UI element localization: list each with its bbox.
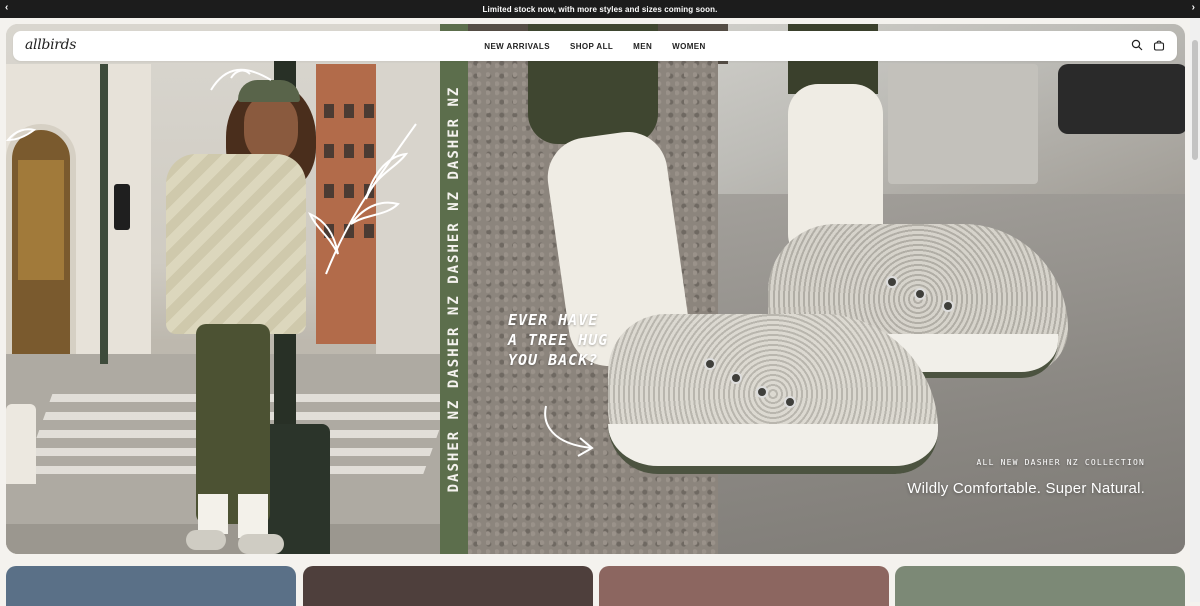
hero-tagline: EVER HAVE A TREE HUG YOU BACK? [508,310,608,370]
nav-shop-all[interactable]: SHOP ALL [570,42,613,51]
hero-photo-right [468,24,1185,554]
sneaker-left-sole [608,424,938,474]
chevron-right-icon[interactable]: › [1192,2,1195,13]
dasher-nz-strip: DASHER NZ DASHER NZ DASHER NZ DASHER NZ [440,24,468,554]
site-header: allbirds NEW ARRIVALS SHOP ALL MEN WOMEN [13,31,1177,61]
hero-banner[interactable]: DASHER NZ DASHER NZ DASHER NZ DASHER NZ … [6,24,1185,554]
model-shoe-right [238,534,284,554]
eyelet [886,276,898,288]
stone-plinth [888,64,1038,184]
bird-doodle-icon [210,68,272,91]
arrow-doodle-icon [544,405,594,457]
model-sock-left [198,494,228,534]
eyelet [784,396,796,408]
eyelet [756,386,768,398]
category-tile-1[interactable] [6,566,296,606]
tagline-line-1: EVER HAVE [508,311,599,329]
eyelet [942,300,954,312]
eyelet [704,358,716,370]
fire-hydrant [6,404,36,484]
main-nav: NEW ARRIVALS SHOP ALL MEN WOMEN [13,31,1177,61]
model-sock-right [238,494,268,538]
hero-photo-left [6,24,440,554]
tagline-line-2: A TREE HUG [508,331,609,349]
category-tile-4[interactable] [895,566,1185,606]
traffic-signal-pole [100,64,108,364]
strip-text: DASHER NZ DASHER NZ DASHER NZ DASHER NZ [446,85,462,493]
search-icon[interactable] [1131,39,1143,51]
model-shoe-left [186,530,226,550]
model-face [244,96,298,162]
eyelet [914,288,926,300]
parked-car [1058,64,1185,134]
announcement-text: Limited stock now, with more styles and … [482,4,718,14]
category-tile-3[interactable] [599,566,889,606]
page-scrollbar[interactable] [1190,18,1200,602]
allbirds-logo[interactable]: allbirds [25,37,76,53]
nav-new-arrivals[interactable]: NEW ARRIVALS [484,42,550,51]
traffic-signal [114,184,130,230]
leaf-doodle-small-icon [6,128,36,142]
category-tile-2[interactable] [303,566,593,606]
chevron-left-icon[interactable]: ‹ [5,2,8,13]
tagline-line-3: YOU BACK? [508,351,599,369]
header-icons [1131,39,1165,51]
cart-icon[interactable] [1153,39,1165,51]
nav-men[interactable]: MEN [633,42,652,51]
hero-headline: Wildly Comfortable. Super Natural. [907,480,1145,497]
nav-women[interactable]: WOMEN [672,42,706,51]
leaf-doodle-icon [308,123,417,275]
scrollbar-thumb[interactable] [1192,40,1198,160]
collection-label: ALL NEW DASHER NZ COLLECTION [976,458,1145,467]
announcement-bar: ‹ Limited stock now, with more styles an… [0,0,1200,18]
eyelet [730,372,742,384]
model-jacket [166,154,306,334]
